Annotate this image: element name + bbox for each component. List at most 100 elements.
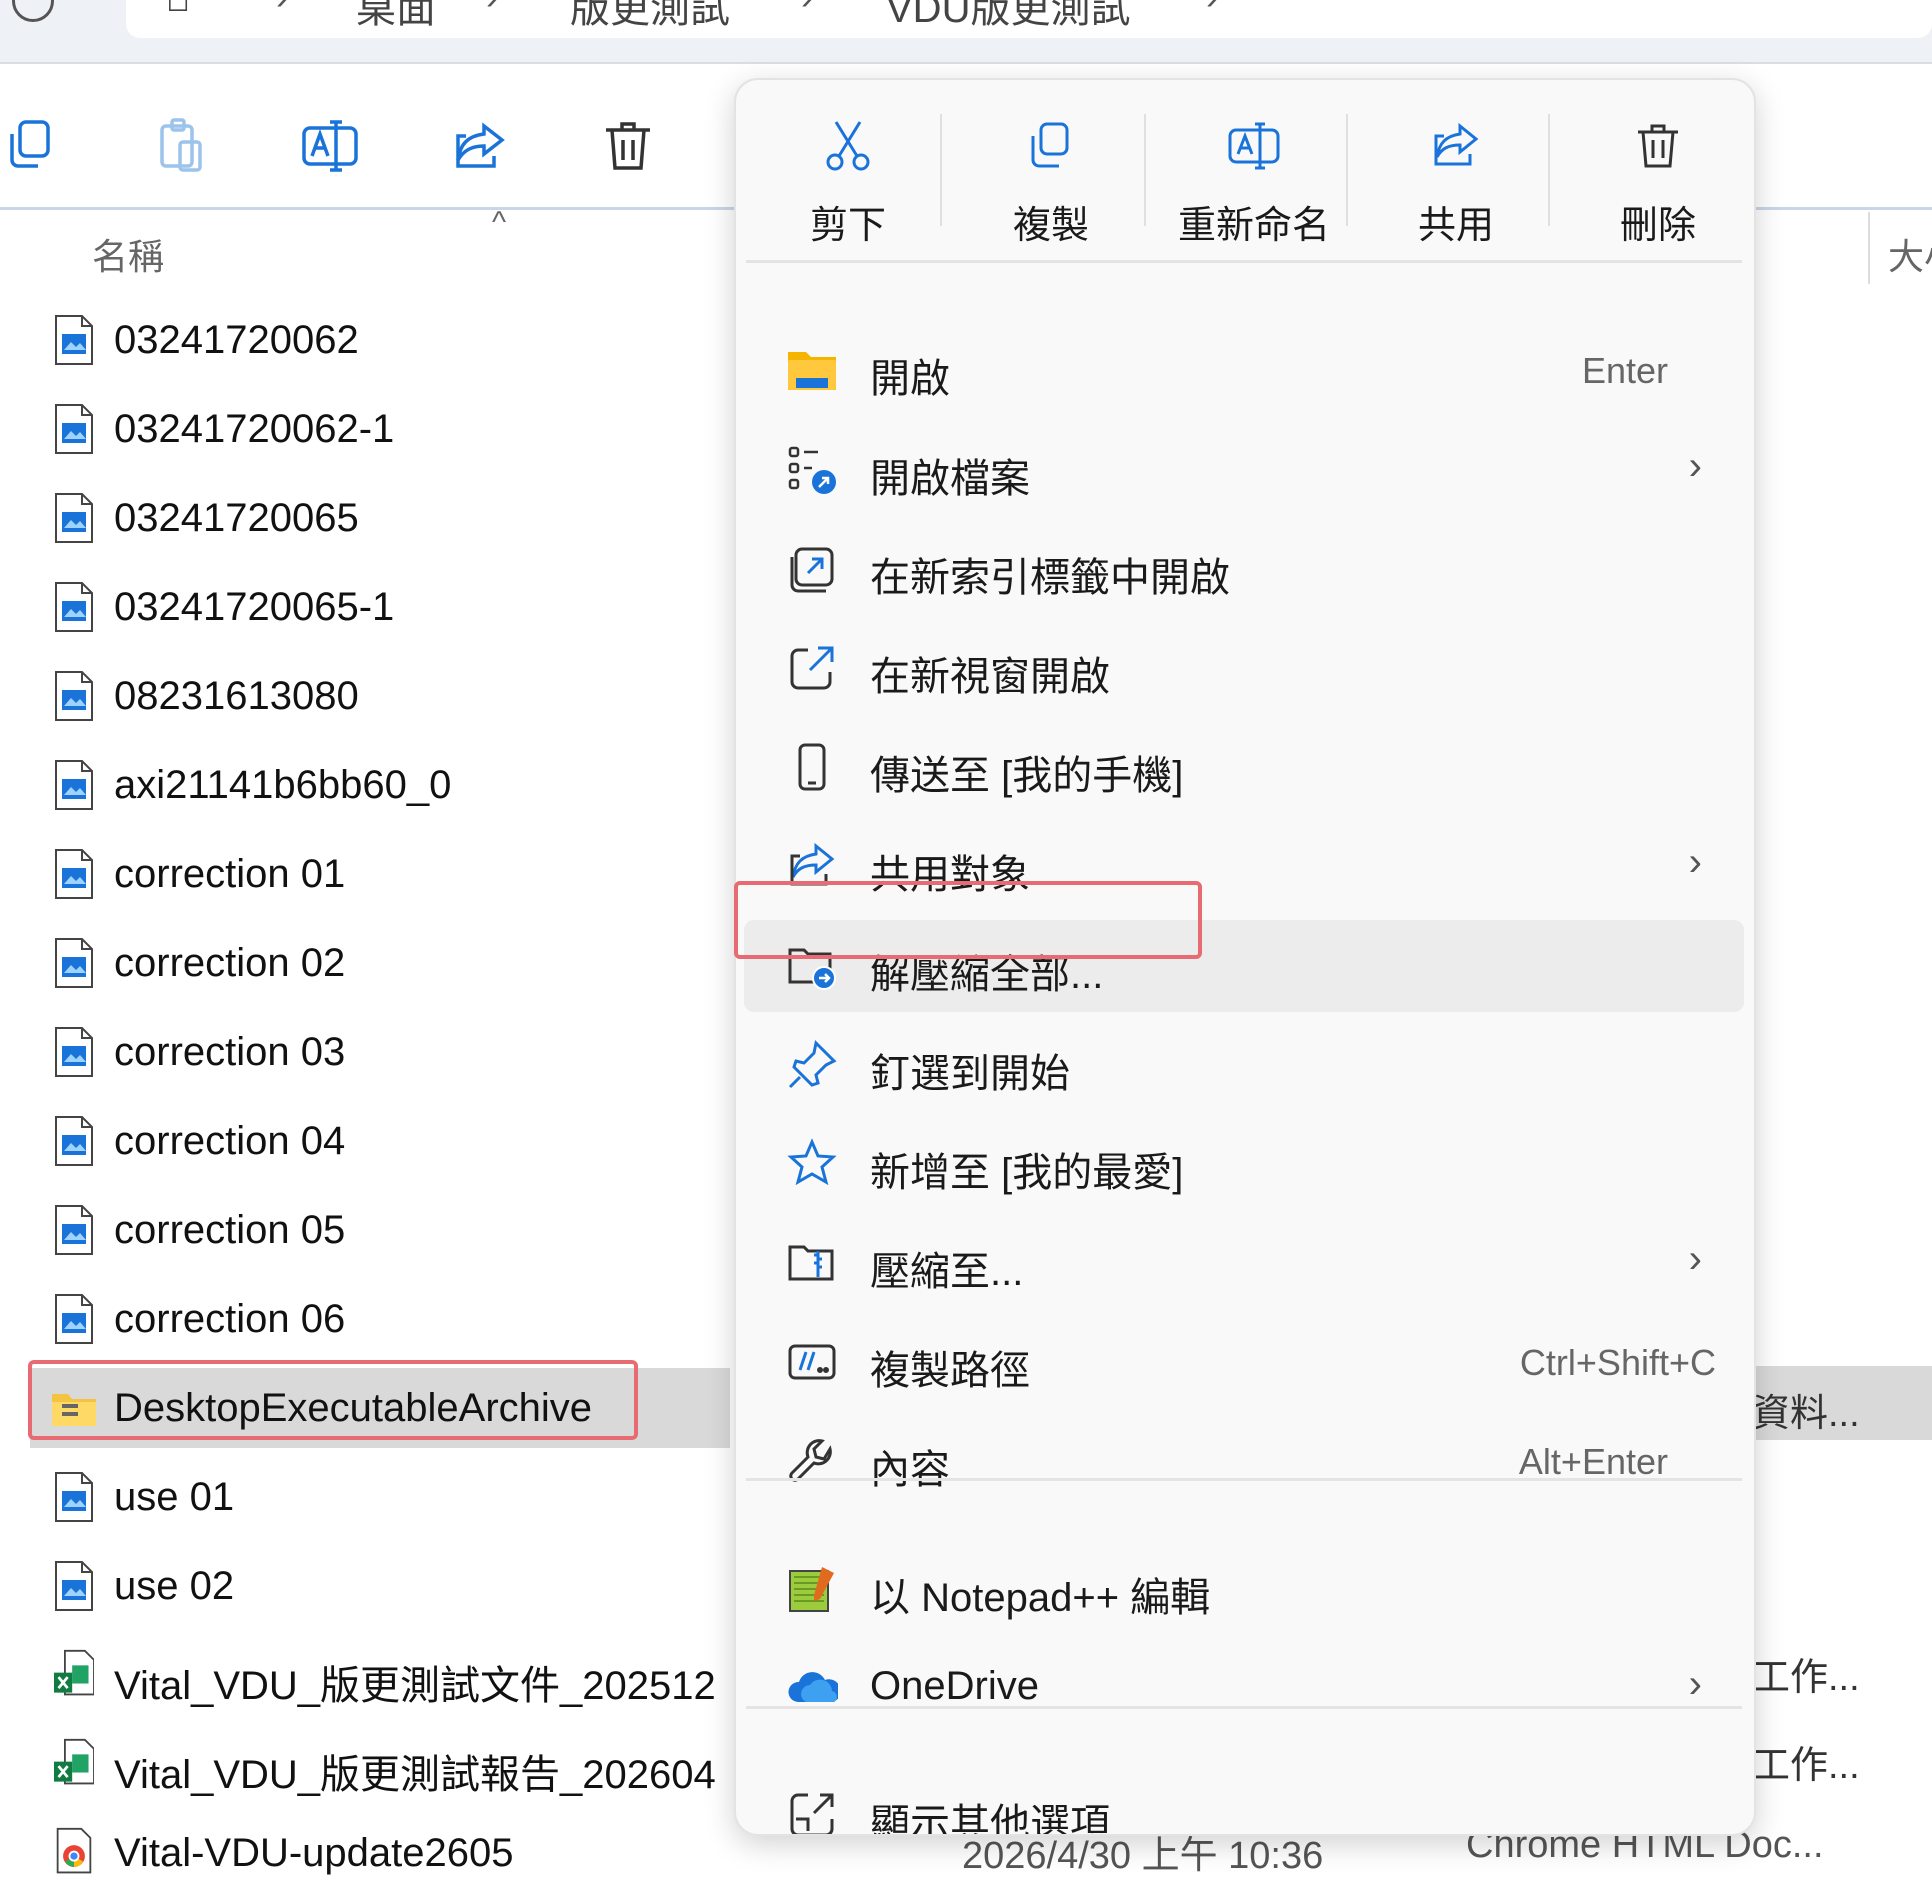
file-row[interactable]: correction 06 <box>30 1279 730 1359</box>
column-header-name[interactable]: 名稱 <box>92 228 164 280</box>
file-row[interactable]: 08231613080 <box>30 656 730 736</box>
share-icon[interactable] <box>448 114 512 178</box>
quick-actions-bar: 剪下 複製 重新命名 共用 刪除 <box>736 80 1754 260</box>
menu-item-pin[interactable]: 釘選到開始 <box>744 1019 1744 1111</box>
menu-item-wrench[interactable]: 內容 Alt+Enter <box>744 1415 1744 1507</box>
menu-item-label: 在新索引標籤中開啟 <box>870 556 1230 600</box>
file-row[interactable]: correction 01 <box>30 834 730 914</box>
menu-item-onedrive[interactable]: OneDrive › <box>744 1642 1744 1734</box>
rename-button[interactable]: 重新命名 <box>1154 100 1354 250</box>
breadcrumb-chevron-icon: › <box>801 0 813 18</box>
pin-icon <box>786 1039 838 1091</box>
delete-button[interactable]: 刪除 <box>1558 100 1754 250</box>
file-row[interactable]: Vital-VDU-update2605 <box>30 1813 730 1893</box>
image-file-icon <box>54 581 94 633</box>
file-row[interactable]: axi21141b6bb60_0 <box>30 745 730 825</box>
share-label: 共用 <box>1417 205 1494 247</box>
new-window-icon <box>786 642 838 694</box>
file-row[interactable]: use 01 <box>30 1457 730 1537</box>
breadcrumb-vdu-test[interactable]: VDU版更測試 <box>886 0 1130 34</box>
menu-item-new-window[interactable]: 在新視窗開啟 <box>744 622 1744 714</box>
file-name: use 02 <box>114 1564 235 1608</box>
more-options-icon <box>786 1789 838 1834</box>
image-file-icon <box>54 937 94 989</box>
copy-path-icon <box>786 1336 838 1388</box>
column-divider[interactable] <box>1868 212 1870 284</box>
image-file-icon <box>54 1115 94 1167</box>
image-file-icon <box>54 492 94 544</box>
delete-label: 刪除 <box>1619 205 1696 247</box>
home-icon[interactable]: ⌂ <box>166 0 190 21</box>
menu-item-shortcut: Alt+Enter <box>1518 1441 1668 1482</box>
menu-item-more-options[interactable]: 顯示其他選項 <box>744 1769 1744 1836</box>
folder-open-icon <box>786 344 838 396</box>
file-row[interactable]: correction 02 <box>30 923 730 1003</box>
file-row[interactable]: correction 03 <box>30 1012 730 1092</box>
chrome-html-icon <box>54 1827 94 1879</box>
trash-icon[interactable] <box>596 114 660 178</box>
menu-item-shortcut: Ctrl+Shift+C <box>1519 1342 1716 1383</box>
menu-item-label: 新增至 [我的最愛] <box>870 1151 1184 1195</box>
file-name: 08231613080 <box>114 674 359 718</box>
quick-divider <box>940 114 942 226</box>
toolbar-divider <box>1755 207 1932 210</box>
image-file-icon <box>54 1560 94 1612</box>
rename-label: 重新命名 <box>1177 205 1330 247</box>
image-file-icon <box>54 1293 94 1345</box>
file-row[interactable]: correction 04 <box>30 1101 730 1181</box>
file-row[interactable]: correction 05 <box>30 1190 730 1270</box>
copy-button[interactable]: 複製 <box>951 100 1151 250</box>
file-row[interactable]: Vital_VDU_版更測試報告_202604 <box>30 1724 730 1804</box>
image-file-icon <box>54 1026 94 1078</box>
quick-divider <box>1346 114 1348 226</box>
file-row[interactable]: use 02 <box>30 1546 730 1626</box>
menu-item-star[interactable]: 新增至 [我的最愛] <box>744 1118 1744 1210</box>
breadcrumb-test[interactable]: 版更測試 <box>570 0 730 34</box>
menu-item-label: 開啟 <box>870 357 950 401</box>
column-header-size[interactable]: 大小 <box>1888 228 1932 280</box>
address-bar[interactable]: ⌂ › 桌面 › 版更測試 › VDU版更測試 › <box>126 0 1932 38</box>
share-icon <box>1356 118 1556 174</box>
menu-item-copy-path[interactable]: 複製路徑 Ctrl+Shift+C <box>744 1316 1744 1408</box>
rename-icon[interactable] <box>298 114 362 178</box>
menu-item-label: 傳送至 [我的手機] <box>870 754 1184 798</box>
file-row[interactable]: 03241720062 <box>30 300 730 380</box>
breadcrumb-chevron-icon: › <box>1206 0 1218 18</box>
menu-item-label: 以 Notepad++ 編輯 <box>870 1576 1211 1620</box>
file-name: Vital_VDU_版更測試文件_202512 <box>114 1664 716 1708</box>
star-icon <box>786 1138 838 1190</box>
menu-item-phone[interactable]: 傳送至 [我的手機] <box>744 721 1744 813</box>
menu-item-label: 顯示其他選項 <box>870 1802 1110 1836</box>
menu-item-compress[interactable]: 壓縮至... › <box>744 1217 1744 1309</box>
cut-label: 剪下 <box>809 205 886 247</box>
menu-item-label: OneDrive <box>870 1664 1039 1708</box>
file-name: 03241720062 <box>114 318 359 362</box>
copy-icon[interactable] <box>0 114 64 178</box>
paste-icon <box>150 114 214 178</box>
image-file-icon <box>54 759 94 811</box>
cut-button[interactable]: 剪下 <box>748 100 948 250</box>
menu-item-notepadpp[interactable]: 以 Notepad++ 編輯 <box>744 1543 1744 1635</box>
nav-circle-icon[interactable] <box>12 0 54 22</box>
file-row[interactable]: 03241720065 <box>30 478 730 558</box>
file-name: correction 02 <box>114 941 346 985</box>
breadcrumb-chevron-icon: › <box>276 0 288 18</box>
breadcrumb-desktop[interactable]: 桌面 <box>356 0 436 34</box>
menu-item-open-with[interactable]: 開啟檔案 › <box>744 424 1744 516</box>
file-row[interactable]: Vital_VDU_版更測試文件_202512 <box>30 1635 730 1715</box>
file-name: Vital_VDU_版更測試報告_202604 <box>114 1753 716 1797</box>
share-button[interactable]: 共用 <box>1356 100 1556 250</box>
rename-icon <box>1154 118 1354 174</box>
file-row[interactable]: 03241720065-1 <box>30 567 730 647</box>
menu-item-label: 釘選到開始 <box>870 1052 1070 1096</box>
menu-divider <box>746 1706 1742 1709</box>
excel-file-icon <box>54 1738 95 1790</box>
chevron-right-icon: › <box>1688 840 1702 884</box>
new-tab-icon <box>786 543 838 595</box>
menu-item-new-tab[interactable]: 在新索引標籤中開啟 <box>744 523 1744 615</box>
menu-item-label: 內容 <box>870 1448 950 1492</box>
archive-highlight-box <box>28 1360 638 1440</box>
file-row[interactable]: 03241720062-1 <box>30 389 730 469</box>
image-file-icon <box>54 1471 94 1523</box>
menu-item-folder-open[interactable]: 開啟 Enter <box>744 324 1744 416</box>
